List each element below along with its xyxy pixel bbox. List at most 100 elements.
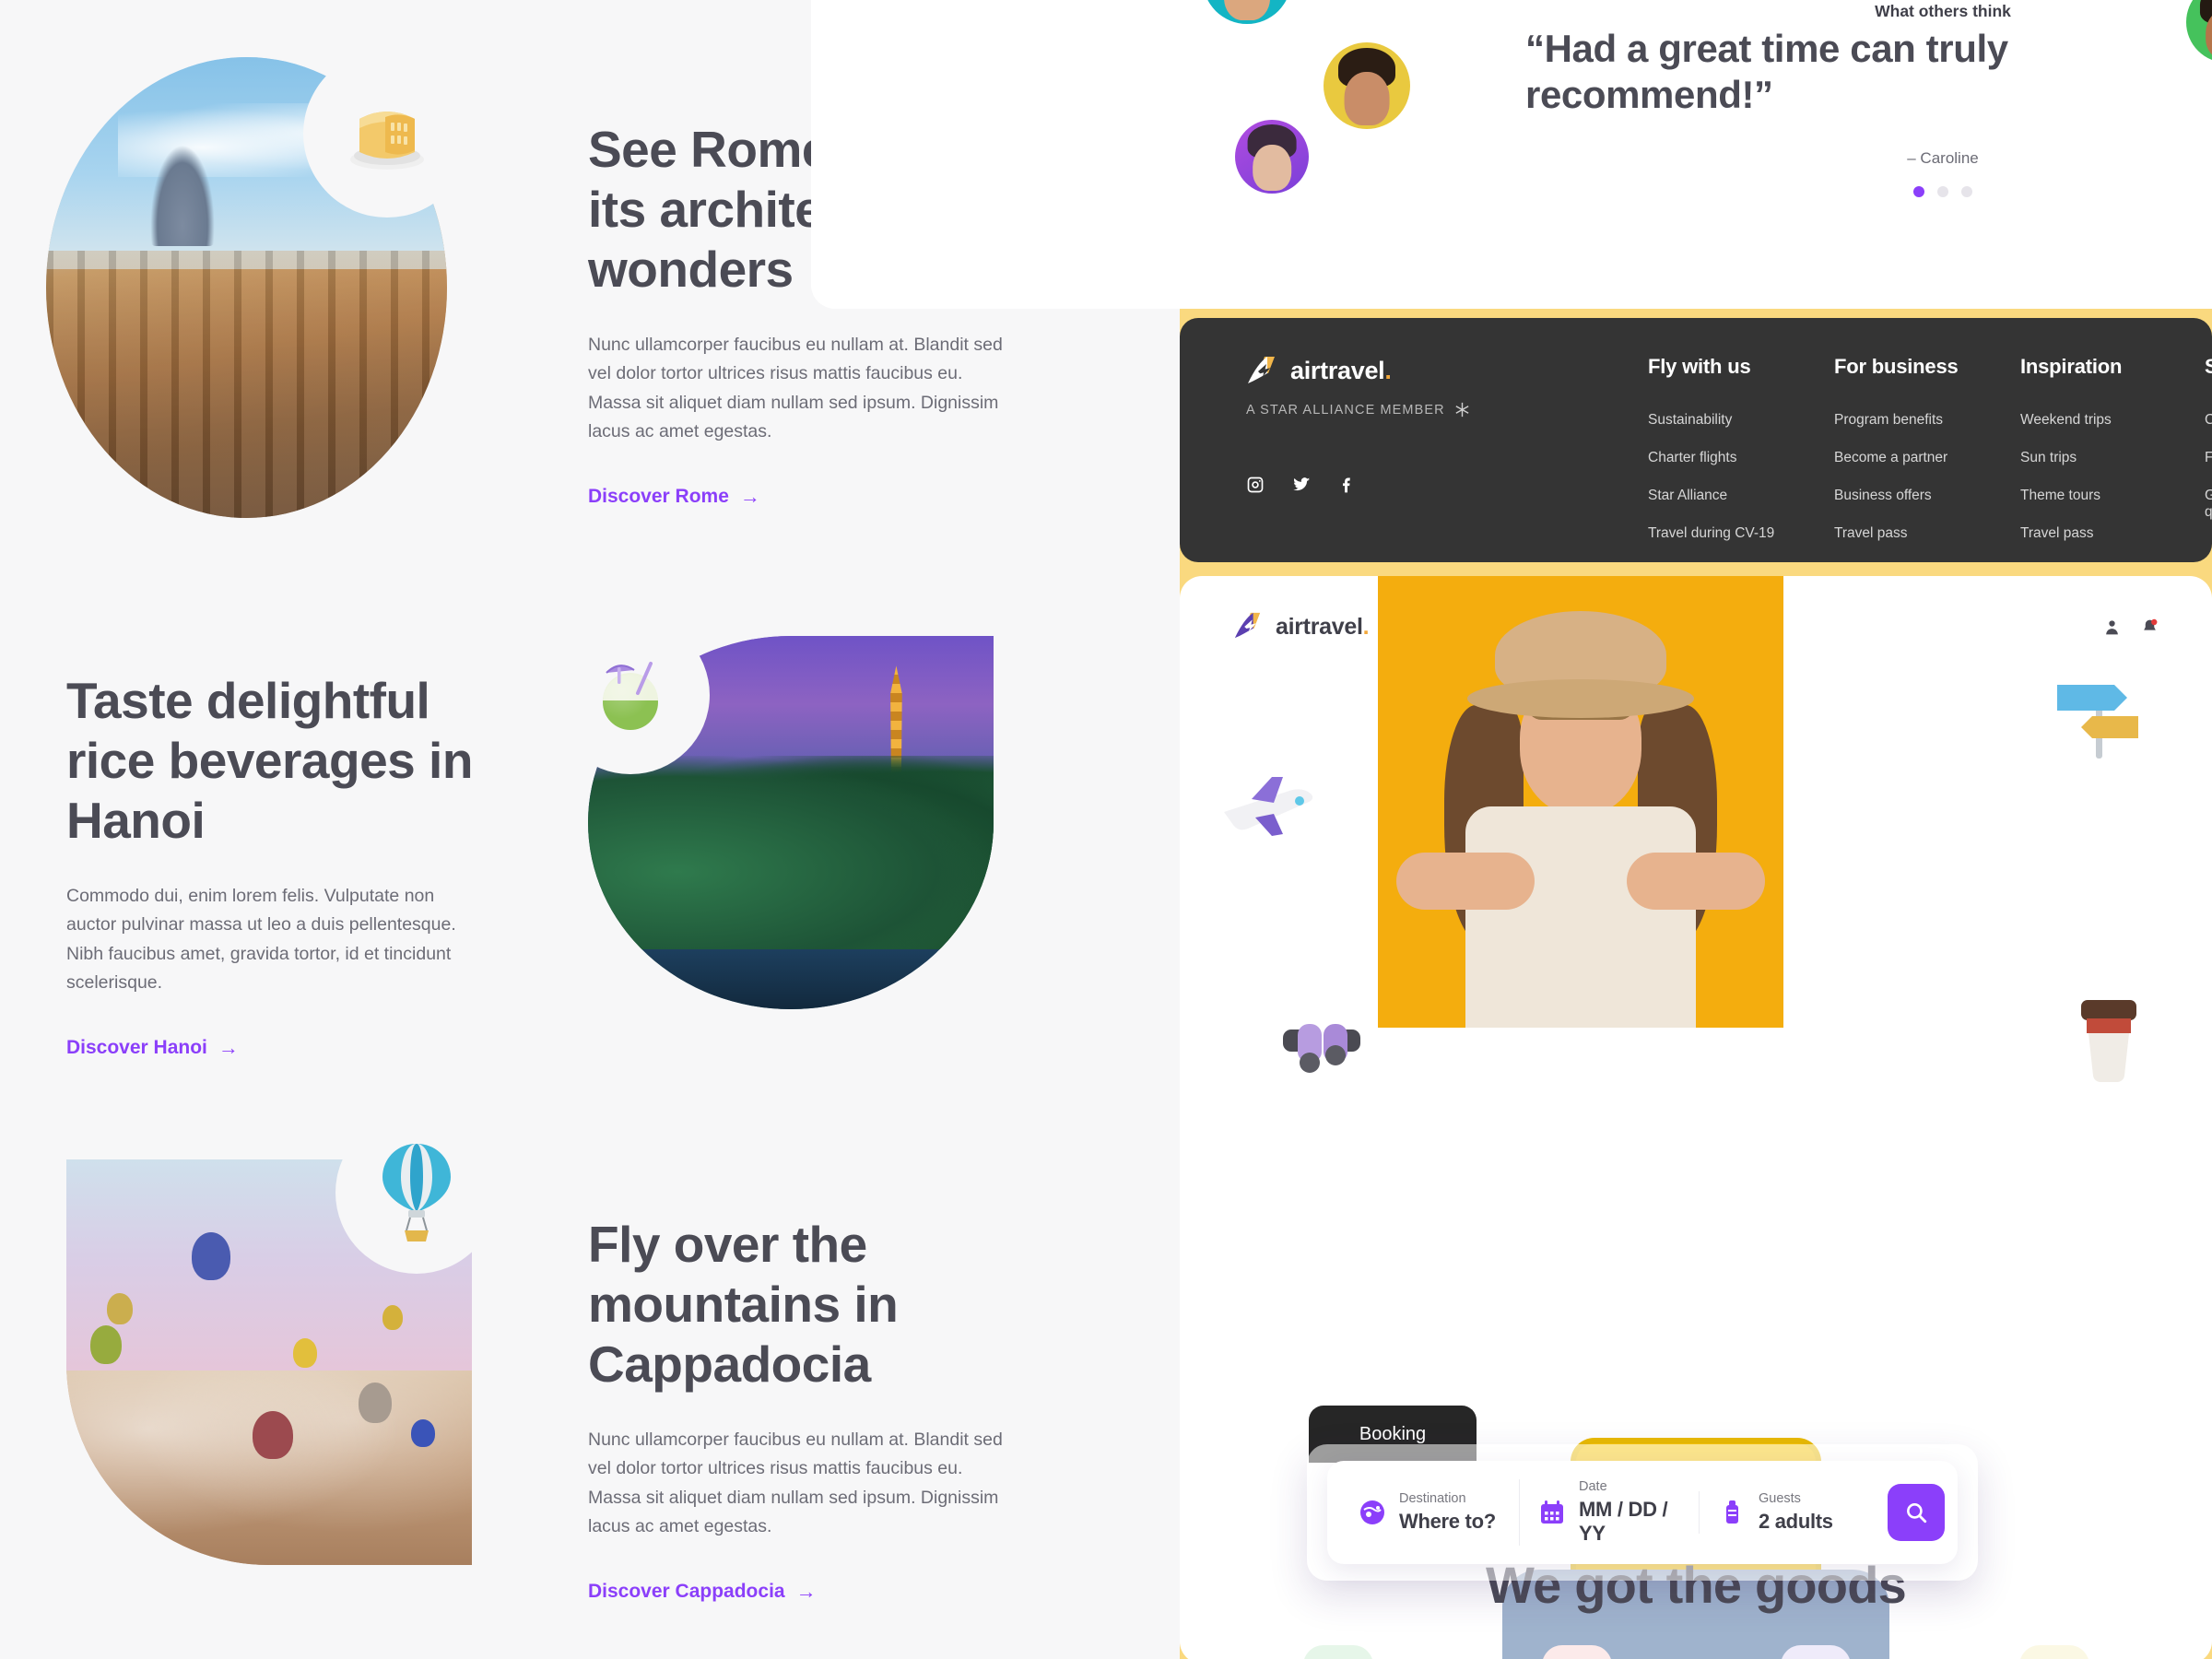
footer-link[interactable]: Program benefits (1834, 412, 1959, 429)
footer-brand-name: airtravel. (1290, 356, 1392, 384)
footer-column-title: Fly with us (1648, 355, 1751, 378)
discover-cappadocia-link[interactable]: Discover Cappadocia → (588, 1581, 817, 1603)
footer-link[interactable]: Got a question? (2205, 488, 2212, 521)
footer-column-title: Inspiration (2020, 355, 2123, 378)
guests-field[interactable]: Guests 2 adults (1699, 1491, 1878, 1534)
hero-brand-name: airtravel. (1276, 613, 1370, 640)
destination-body: Nunc ullamcorper faucibus eu nullam at. … (588, 1429, 1003, 1537)
signpost-3d-icon (2050, 665, 2151, 767)
binoculars-3d-icon (1277, 1009, 1366, 1084)
cappadocia-image (66, 1112, 498, 1565)
avatar-testimonial-2[interactable] (1235, 120, 1309, 194)
destination-body: Commodo dui, enim lorem felis. Vulputate… (66, 885, 456, 994)
testimonial-pagination[interactable] (1795, 186, 2090, 197)
date-value: MM / DD / YY (1579, 1498, 1668, 1545)
hero-navbar: airtravel. (1180, 576, 2212, 677)
good-card-travel-options[interactable]: Travel options Lorem sed orci eget suspe… (1696, 1645, 1935, 1659)
footer-link[interactable]: Sustainability (1648, 412, 1774, 429)
destination-label: Destination (1399, 1491, 1466, 1506)
discover-cappadocia-label: Discover Cappadocia (588, 1580, 785, 1602)
guests-value: 2 adults (1759, 1510, 1833, 1533)
footer-link[interactable]: Business offers (1834, 488, 1959, 504)
discover-hanoi-link[interactable]: Discover Hanoi → (66, 1037, 239, 1059)
footer-link[interactable]: Charter flights (1648, 450, 1774, 466)
calendar-icon (1538, 1499, 1566, 1526)
star-alliance-icon (1455, 402, 1469, 418)
discover-rome-label: Discover Rome (588, 485, 729, 507)
footer-link[interactable]: Contact us (2205, 412, 2212, 429)
cappadocia-badge-cutout (335, 1112, 498, 1274)
notification-bell-icon[interactable] (2141, 618, 2159, 636)
site-footer: airtravel. A STAR ALLIANCE MEMBER Fly wi… (1180, 318, 2212, 562)
airtravel-logo-icon (1233, 611, 1265, 642)
rome-image (46, 50, 471, 518)
good-card-activities[interactable]: Activities Sit id velit imperdiet vel pu… (1457, 1645, 1696, 1659)
footer-link[interactable]: FAQ (2205, 450, 2212, 466)
footer-link[interactable]: Travel pass (2020, 525, 2122, 542)
good-card-ticket-insurrance[interactable]: Ticket insurrance Morbi purus nibh non p… (1218, 1645, 1457, 1659)
facebook-icon[interactable] (1338, 476, 1357, 494)
ticket-plane-icon (1302, 1645, 1373, 1659)
footer-column-title: For business (1834, 355, 1959, 378)
date-label: Date (1579, 1479, 1607, 1494)
footer-column-support: Support Contact us FAQ Got a question? (2205, 355, 2212, 542)
coffee-cup-3d-icon (2074, 991, 2144, 1091)
footer-link[interactable]: Travel pass (1834, 525, 1959, 542)
hanoi-image (551, 616, 994, 1009)
avatar-testimonial-3[interactable] (1203, 0, 1291, 24)
destination-body: Nunc ullamcorper faucibus eu nullam at. … (588, 334, 1003, 442)
testimonial-quote: “Had a great time can truly recommend!” (1525, 27, 2008, 117)
search-icon (1907, 1503, 1927, 1524)
footer-link[interactable]: Sun trips (2020, 450, 2122, 466)
airtravel-logo-icon (1246, 355, 1277, 386)
footer-column-inspiration: Inspiration Weekend trips Sun trips Them… (2020, 355, 2122, 563)
rome-badge-cutout (303, 50, 471, 218)
arrow-right-icon: → (795, 1579, 817, 1603)
footer-link[interactable]: Become a partner (1834, 450, 1959, 466)
good-card-sightseeing[interactable]: Sightseeing Non auctor sed scelerisque c… (1935, 1645, 2173, 1659)
pagination-dot-3[interactable] (1961, 186, 1972, 197)
hot-air-balloon-3d-icon (375, 1140, 458, 1246)
footer-link[interactable]: Travel during CV-19 (1648, 525, 1774, 542)
pagination-dot-2[interactable] (1937, 186, 1948, 197)
destination-title: Taste delightful rice beverages in Hanoi (66, 672, 473, 849)
arrow-right-icon: → (218, 1035, 239, 1059)
footer-link[interactable]: Theme tours (2020, 488, 2122, 504)
footer-column-for-business: For business Program benefits Become a p… (1834, 355, 1959, 563)
cruise-ship-icon (1780, 1645, 1851, 1659)
airplane-3d-icon (1215, 768, 1325, 850)
user-icon[interactable] (2103, 618, 2121, 636)
testimonial-author: – Caroline (1907, 149, 1979, 167)
search-button[interactable] (1888, 1484, 1945, 1541)
hanoi-badge-cutout (551, 616, 710, 774)
destination-value: Where to? (1399, 1510, 1496, 1533)
page-root: See Rome and its architectural wonders N… (0, 0, 2212, 1659)
booking-hero-card: airtravel. Booking Destination Where to?… (1180, 576, 2212, 1659)
testimonial-section: What others think “Had a great time can … (811, 0, 2212, 309)
footer-column-title: Support (2205, 355, 2212, 378)
hero-logo[interactable]: airtravel. (1233, 611, 1370, 642)
goods-grid: Ticket insurrance Morbi purus nibh non p… (1180, 1645, 2212, 1659)
coconut-drink-3d-icon (586, 649, 675, 742)
pagination-dot-1[interactable] (1913, 186, 1924, 197)
hot-air-balloon-icon (1541, 1645, 1612, 1659)
avatar-testimonial-active[interactable] (1324, 42, 1410, 129)
marketing-panel: What others think “Had a great time can … (811, 0, 2212, 1659)
footer-link[interactable]: Star Alliance (1648, 488, 1774, 504)
footer-column-fly-with-us: Fly with us Sustainability Charter fligh… (1648, 355, 1774, 563)
arrow-right-icon: → (739, 484, 760, 508)
instagram-icon[interactable] (1246, 476, 1265, 494)
destination-field[interactable]: Destination Where to? (1340, 1491, 1519, 1534)
guests-label: Guests (1759, 1491, 1801, 1506)
hero-nav-icons (2103, 618, 2159, 636)
colosseum-3d-icon (339, 91, 435, 177)
twitter-icon[interactable] (1292, 476, 1311, 494)
testimonial-eyebrow: What others think (1875, 2, 2011, 20)
discover-rome-link[interactable]: Discover Rome → (588, 486, 760, 508)
suitcase-icon (1718, 1499, 1746, 1526)
avatar-testimonial-4[interactable] (2186, 0, 2212, 63)
footer-link[interactable]: Weekend trips (2020, 412, 2122, 429)
date-field[interactable]: Date MM / DD / YY (1519, 1479, 1699, 1546)
discover-hanoi-label: Discover Hanoi (66, 1036, 207, 1058)
star-alliance-label: A STAR ALLIANCE MEMBER (1246, 402, 1445, 418)
